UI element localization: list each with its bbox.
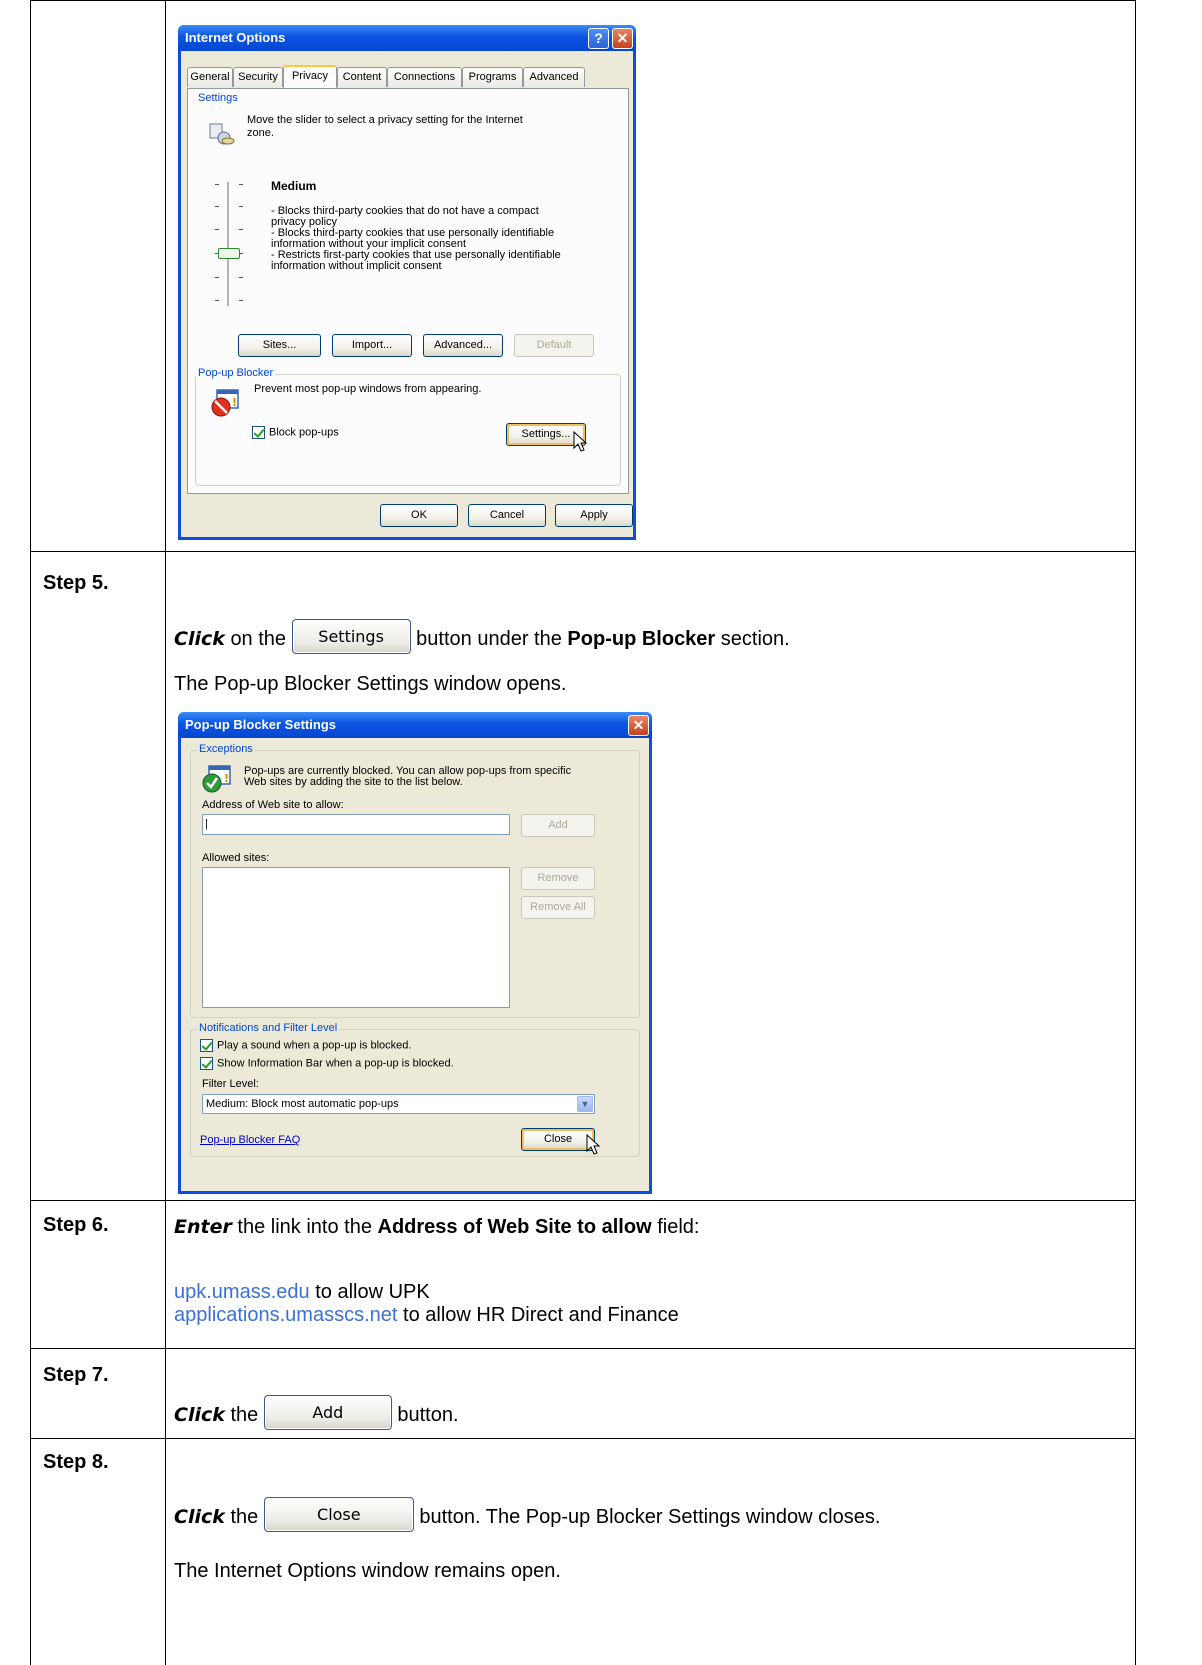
close-dialog-button[interactable]: Close [521,1128,595,1151]
popup-allowed-icon: ! [202,765,232,793]
remove-all-button[interactable]: Remove All [521,896,595,919]
show-bar-label: Show Information Bar when a pop-up is bl… [217,1057,454,1070]
window-body: General Security Privacy Content Connect… [181,51,633,537]
inline-add-button: Add [263,1395,392,1430]
sites-button[interactable]: Sites... [238,334,321,357]
svg-text:!: ! [232,396,237,409]
play-sound-label: Play a sound when a pop-up is blocked. [217,1039,412,1052]
step-8-instruction: Click the Close button. The Pop-up Block… [174,1497,880,1535]
cancel-button[interactable]: Cancel [468,504,546,527]
row-divider [31,1438,1135,1439]
step-7-label: Step 7. [43,1364,109,1386]
exceptions-description: Pop-ups are currently blocked. You can a… [244,765,572,788]
filter-level-select[interactable]: Medium: Block most automatic pop-ups ▼ [202,1094,595,1114]
privacy-tab-panel: Settings Move the slider to select a pri… [187,88,629,494]
step-8-result: The Internet Options window remains open… [174,1560,561,1582]
step-6-instruction: Enter the link into the Address of Web S… [174,1216,700,1238]
ok-button[interactable]: OK [380,504,458,527]
allowed-sites-list[interactable] [202,867,510,1008]
popup-blocked-icon: ! [210,388,240,418]
block-popups-checkbox[interactable] [252,426,265,439]
close-button[interactable]: ✕ [612,28,633,49]
popup-blocker-faq-link[interactable]: Pop-up Blocker FAQ [200,1134,300,1146]
window-title: Internet Options [185,30,286,45]
column-divider [165,0,166,1665]
tab-strip: General Security Privacy Content Connect… [187,65,629,89]
tab-content[interactable]: Content [337,67,387,87]
window-title: Pop-up Blocker Settings [185,717,336,732]
internet-options-window: Internet Options ? ✕ General Security Pr… [178,25,636,540]
address-label: Address of Web site to allow: [202,799,344,811]
inline-settings-button: Settings [291,619,411,654]
step-6-link-2-line: applications.umasscs.net to allow HR Dir… [174,1304,679,1326]
step-6-link-1-line: upk.umass.edu to allow UPK [174,1281,430,1303]
row-divider [31,551,1135,552]
tab-advanced[interactable]: Advanced [523,67,585,87]
filter-level-label: Filter Level: [202,1078,259,1090]
close-button[interactable]: ✕ [628,715,649,736]
step-8-label: Step 8. [43,1451,109,1473]
window-titlebar: Pop-up Blocker Settings ✕ [178,712,652,738]
exceptions-group: Exceptions ! Pop-ups are currently block… [190,743,640,1018]
play-sound-checkbox[interactable] [200,1039,213,1052]
remove-button[interactable]: Remove [521,867,595,890]
default-button[interactable]: Default [514,334,594,357]
privacy-level-name: Medium [271,179,317,193]
tab-general[interactable]: General [187,67,233,87]
exceptions-group-title: Exceptions [197,743,255,755]
help-button[interactable]: ? [588,28,609,49]
apply-button[interactable]: Apply [555,504,633,527]
step-5-label: Step 5. [43,572,109,594]
show-bar-option[interactable]: Show Information Bar when a pop-up is bl… [200,1057,454,1070]
privacy-globe-icon [209,122,235,146]
step-7-instruction: Click the Add button. [174,1395,459,1433]
address-input[interactable]: | [202,814,510,835]
row-divider [31,1348,1135,1349]
step-5-instruction: Click on the Settings button under the P… [174,619,790,657]
import-button[interactable]: Import... [332,334,412,357]
slider-thumb[interactable] [218,248,240,259]
step-5-result: The Pop-up Blocker Settings window opens… [174,673,567,695]
settings-group: Settings Move the slider to select a pri… [195,92,621,363]
settings-description: Move the slider to select a privacy sett… [247,114,523,139]
table-border-top [31,0,1135,1]
instruction-table: Internet Options ? ✕ General Security Pr… [30,0,1136,1665]
row-divider [31,1200,1135,1201]
popup-blocker-group: Pop-up Blocker ! Prevent most pop-up win… [195,367,621,486]
upk-link[interactable]: upk.umass.edu [174,1281,310,1303]
window-titlebar: Internet Options ? ✕ [178,25,636,51]
tab-connections[interactable]: Connections [387,67,462,87]
filter-level-value: Medium: Block most automatic pop-ups [206,1098,399,1110]
tab-security[interactable]: Security [233,67,283,87]
popup-blocker-group-title: Pop-up Blocker [196,367,276,379]
tab-privacy[interactable]: Privacy [283,65,337,88]
block-popups-label: Block pop-ups [269,426,339,439]
chevron-down-icon[interactable]: ▼ [577,1096,593,1112]
show-bar-checkbox[interactable] [200,1057,213,1070]
popup-blocker-settings-window: Pop-up Blocker Settings ✕ Exceptions ! P… [178,712,652,1194]
privacy-level-description: - Blocks third-party cookies that do not… [271,205,561,272]
advanced-button[interactable]: Advanced... [423,334,503,357]
play-sound-option[interactable]: Play a sound when a pop-up is blocked. [200,1039,411,1052]
tab-programs[interactable]: Programs [462,67,523,87]
applications-link[interactable]: applications.umasscs.net [174,1304,397,1326]
settings-group-title: Settings [196,92,240,104]
inline-close-button: Close [263,1497,414,1532]
step-6-label: Step 6. [43,1214,109,1236]
privacy-slider[interactable] [212,182,246,312]
window-body: Exceptions ! Pop-ups are currently block… [181,738,649,1191]
allowed-sites-label: Allowed sites: [202,852,270,864]
block-popups-option[interactable]: Block pop-ups [252,426,339,439]
svg-text:!: ! [224,772,229,785]
add-button[interactable]: Add [521,814,595,837]
popup-blocker-description: Prevent most pop-up windows from appeari… [254,383,482,395]
notifications-group: Notifications and Filter Level Play a so… [190,1022,640,1157]
notifications-group-title: Notifications and Filter Level [197,1022,340,1034]
